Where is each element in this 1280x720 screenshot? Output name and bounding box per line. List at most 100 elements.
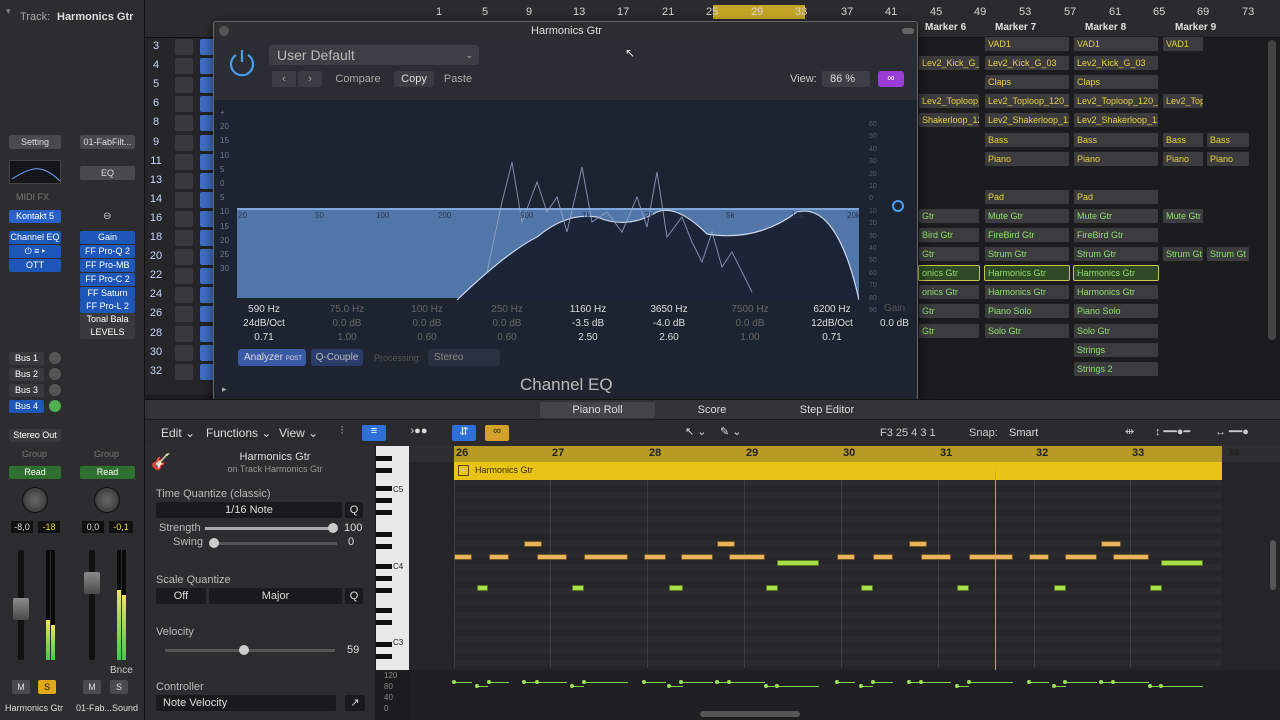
marker-label[interactable]: Marker 9 (1175, 22, 1216, 33)
velocity-bar[interactable] (729, 682, 765, 683)
previous-preset-button[interactable]: ‹ (272, 71, 296, 87)
midi-in-icon[interactable]: ≡ (362, 425, 386, 441)
marker-label[interactable]: Marker 7 (995, 22, 1036, 33)
band-frequency[interactable]: 100 Hz (387, 303, 467, 317)
velocity-handle[interactable] (522, 680, 526, 684)
output-gain-handle[interactable] (892, 200, 904, 212)
q-couple-button[interactable]: Q-Couple (311, 349, 363, 366)
power-icon[interactable]: ⏻ ≡ ▸ (9, 245, 61, 258)
arrange-region[interactable]: Bird Gtr (918, 227, 980, 243)
edit-menu[interactable]: Edit ⌄ (161, 426, 195, 440)
scale-quantize-button[interactable]: Q (345, 588, 363, 604)
arrange-region[interactable]: Claps (984, 74, 1070, 91)
velocity-bar[interactable] (777, 686, 819, 687)
volume-readout-left[interactable]: -8,0 (11, 521, 33, 533)
preset-menu[interactable]: User Default ⌄ (269, 45, 479, 65)
velocity-handle[interactable] (239, 645, 249, 655)
pencil-tool-icon[interactable]: ✎ ⌄ (720, 425, 750, 441)
track-on-button[interactable] (200, 268, 214, 285)
plugin-slot-2[interactable]: FF Pro-Q 2 (80, 245, 135, 258)
track-on-button[interactable] (200, 96, 214, 113)
send-bus-2[interactable]: Bus 2 (9, 368, 44, 381)
ruler-bar-33[interactable]: 33 (795, 6, 807, 18)
arrange-region[interactable]: Gtr (918, 246, 980, 263)
velocity-handle[interactable] (1063, 680, 1067, 684)
send-knob-3[interactable] (49, 384, 61, 396)
midi-note[interactable] (837, 554, 855, 560)
velocity-handle[interactable] (535, 680, 539, 684)
arrange-region[interactable]: Lev2_Shakerloop_12 (1073, 112, 1159, 129)
send-bus-4[interactable]: Bus 4 (9, 400, 44, 413)
track-instrument-icon[interactable] (175, 191, 193, 208)
plugin-slot-8[interactable]: LEVELS (80, 326, 135, 339)
velocity-handle[interactable] (955, 684, 959, 688)
send-knob-1[interactable] (49, 352, 61, 364)
track-on-button[interactable] (200, 39, 214, 55)
velocity-handle[interactable] (642, 680, 646, 684)
arrange-region[interactable]: Strum Gt (1162, 246, 1204, 263)
band-q[interactable]: 2.50 (548, 331, 628, 345)
group-left[interactable]: Group (22, 449, 47, 459)
arrange-region[interactable]: FireBird Gtr (984, 227, 1070, 243)
band-frequency[interactable]: 7500 Hz (710, 303, 790, 317)
track-instrument-icon[interactable] (175, 134, 193, 151)
velocity-handle[interactable] (727, 680, 731, 684)
midi-note[interactable] (537, 554, 567, 560)
arrange-region[interactable]: Shakerloop_12 (918, 112, 980, 129)
send-knob-2[interactable] (49, 368, 61, 380)
processing-select[interactable]: Stereo (428, 349, 500, 366)
piano-roll-bar-number[interactable]: 27 (552, 447, 564, 459)
track-on-button[interactable] (200, 77, 214, 94)
ruler-bar-53[interactable]: 53 (1019, 6, 1031, 18)
plugin-channel-eq[interactable]: Channel EQ (9, 231, 61, 244)
velocity-handle[interactable] (582, 680, 586, 684)
piano-roll-bar-number[interactable]: 34 (1227, 447, 1239, 459)
link-icon[interactable]: ∞ (485, 425, 509, 441)
velocity-handle[interactable] (967, 680, 971, 684)
pointer-tool-icon[interactable]: ↖ ⌄ (685, 425, 715, 441)
arrange-region[interactable]: Strum Gtr (1073, 246, 1159, 263)
controller-select[interactable]: Note Velocity (156, 695, 336, 711)
arrange-region[interactable]: Piano (984, 150, 1070, 167)
controller-curve-icon[interactable]: ↗ (345, 695, 365, 711)
arrange-region[interactable]: Mute Gtr (1162, 207, 1204, 224)
marker-label[interactable]: Marker 6 (925, 22, 966, 33)
automation-read-left[interactable]: Read (9, 466, 61, 479)
midi-note[interactable] (669, 585, 683, 591)
ruler-bar-65[interactable]: 65 (1153, 6, 1165, 18)
midi-note[interactable] (681, 554, 713, 560)
midi-note[interactable] (1161, 560, 1203, 566)
band-q[interactable]: 2.60 (629, 331, 709, 345)
track-instrument-icon[interactable] (175, 306, 193, 323)
track-on-button[interactable] (200, 230, 214, 246)
disclosure-triangle-icon[interactable]: ▾ (6, 6, 14, 16)
arrange-region[interactable]: onics Gtr (918, 265, 980, 282)
midi-note[interactable] (861, 585, 873, 591)
eq-curve[interactable] (237, 142, 859, 302)
arrange-region[interactable]: Solo Gtr (984, 322, 1070, 339)
solo-button-right[interactable]: S (110, 680, 128, 694)
group-right[interactable]: Group (94, 449, 119, 459)
velocity-handle[interactable] (835, 680, 839, 684)
track-on-button[interactable] (200, 249, 214, 266)
next-preset-button[interactable]: › (298, 71, 322, 87)
mute-button-right[interactable]: M (83, 680, 101, 694)
track-instrument-icon[interactable] (175, 210, 193, 227)
velocity-handle[interactable] (1027, 680, 1031, 684)
arrange-region[interactable]: onics Gtr (918, 284, 980, 301)
instrument-slot[interactable]: Kontakt 5 (9, 210, 61, 223)
velocity-lane[interactable] (409, 670, 1280, 720)
analyzer-button[interactable]: Analyzer POST (238, 349, 306, 366)
disclosure-triangle-icon[interactable]: ▸ (222, 384, 227, 395)
ruler-bar-61[interactable]: 61 (1109, 6, 1121, 18)
track-on-button[interactable] (200, 210, 214, 227)
compare-button[interactable]: Compare (332, 71, 384, 87)
arrange-region[interactable]: Mute Gtr (1073, 207, 1159, 224)
midi-note[interactable] (1101, 541, 1121, 547)
midi-note[interactable] (969, 554, 1013, 560)
arrange-region[interactable]: Bass (1162, 131, 1204, 148)
velocity-slider[interactable] (165, 649, 335, 652)
strength-slider[interactable] (205, 527, 333, 530)
ruler-bar-41[interactable]: 41 (885, 6, 897, 18)
plugin-slot-6[interactable]: FF Pro-L 2 (80, 300, 135, 313)
